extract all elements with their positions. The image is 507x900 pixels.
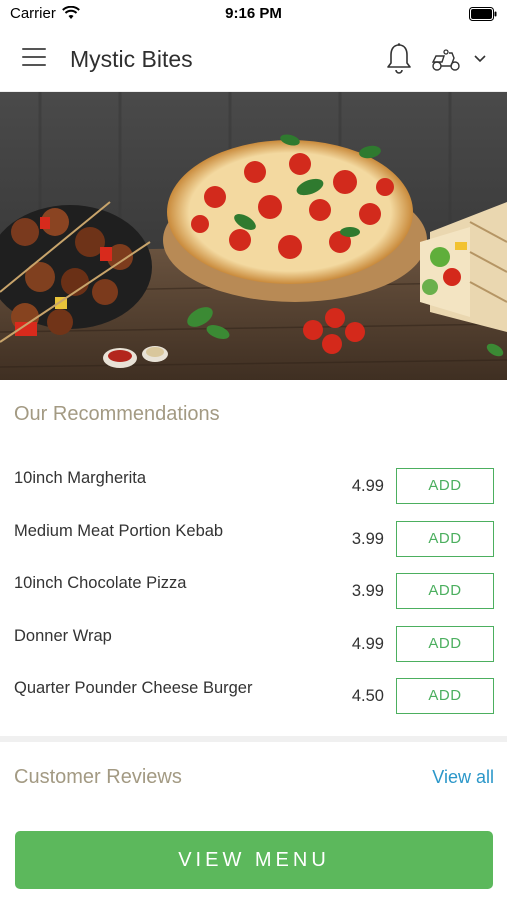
recommendation-price: 4.99 — [351, 634, 384, 653]
recommendation-name: 10inch Margherita — [14, 469, 147, 487]
recommendation-item: Donner Wrap 4.99 ADD — [0, 613, 507, 666]
chevron-down-icon[interactable] — [473, 54, 487, 64]
delivery-scooter-icon[interactable] — [430, 48, 462, 72]
section-divider — [0, 736, 507, 742]
app-title: Mystic Bites — [70, 46, 193, 72]
add-to-cart-button[interactable]: ADD — [396, 468, 494, 504]
add-to-cart-button[interactable]: ADD — [396, 625, 494, 662]
recommendation-name: Donner Wrap — [14, 626, 112, 645]
add-to-cart-button[interactable]: ADD — [396, 573, 494, 609]
recommendations-list: 10inch Margherita 4.99 ADD Medium Meat Port… — [0, 455, 507, 718]
add-to-cart-button[interactable]: ADD — [396, 678, 494, 714]
recommendation-item: 10inch Margherita 4.99 ADD — [0, 455, 507, 508]
view-all-reviews-link[interactable]: View all — [432, 767, 494, 788]
add-to-cart-button[interactable]: ADD — [396, 520, 494, 557]
app-header: Mystic Bites — [0, 28, 507, 92]
hero-food-image — [0, 92, 507, 380]
recommendations-title: Our Recommendations — [14, 403, 220, 425]
bell-icon[interactable] — [384, 42, 414, 76]
recommendation-name: Quarter Pounder Cheese Burger — [14, 679, 253, 697]
recommendation-item: Quarter Pounder Cheese Burger 4.50 ADD — [0, 665, 507, 718]
recommendation-item: Medium Meat Portion Kebab 3.99 ADD — [0, 508, 507, 561]
recommendation-price: 3.99 — [351, 582, 384, 600]
view-menu-button[interactable]: VIEW MENU — [15, 831, 493, 889]
status-time: 9:16 PM — [225, 5, 282, 22]
customer-reviews-title: Customer Reviews — [14, 766, 182, 788]
recommendation-price: 4.50 — [351, 687, 384, 705]
recommendation-name: 10inch Chocolate Pizza — [14, 574, 187, 592]
recommendation-price: 4.99 — [351, 477, 384, 495]
status-bar: Carrier 9:16 PM — [0, 0, 507, 28]
recommendation-name: Medium Meat Portion Kebab — [14, 521, 224, 540]
battery-icon — [469, 7, 497, 21]
hero-illustration — [0, 92, 507, 380]
recommendation-price: 3.99 — [351, 529, 384, 548]
hamburger-menu-icon[interactable] — [22, 48, 48, 70]
recommendation-item: 10inch Chocolate Pizza 3.99 ADD — [0, 560, 507, 613]
